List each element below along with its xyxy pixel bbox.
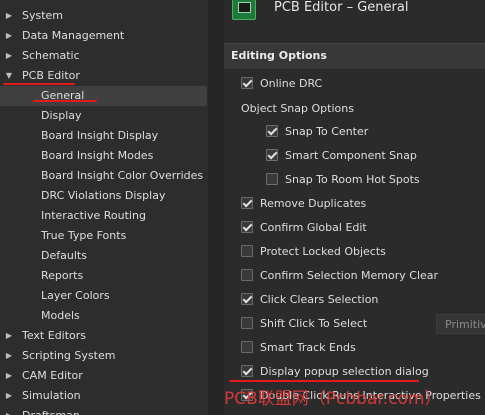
option-label: Shift Click To Select — [260, 317, 368, 330]
annotation-underline — [33, 100, 97, 102]
sidebar-item-label: Board Insight Color Overrides — [41, 169, 204, 182]
object-snap-options-label: Object Snap Options — [241, 102, 354, 115]
click-clears-selection-checkbox[interactable] — [241, 293, 253, 305]
sidebar-item-draftsman[interactable]: ▶ Draftsman — [0, 406, 207, 415]
sidebar-item-drc-violations-display[interactable]: DRC Violations Display — [0, 186, 207, 206]
sidebar-item-label: Interactive Routing — [41, 209, 146, 222]
sidebar-item-label: Draftsman — [22, 406, 80, 415]
sidebar-item-general[interactable]: General — [0, 86, 207, 106]
sidebar-item-layer-colors[interactable]: Layer Colors — [0, 286, 207, 306]
option-label: Display popup selection dialog — [260, 365, 429, 378]
expand-arrow-icon[interactable]: ▶ — [4, 46, 14, 66]
sidebar-item-label: Layer Colors — [41, 289, 110, 302]
sidebar-item-true-type-fonts[interactable]: True Type Fonts — [0, 226, 207, 246]
expand-arrow-icon[interactable]: ▶ — [4, 326, 14, 346]
option-label: Confirm Global Edit — [260, 221, 367, 234]
sidebar-item-system[interactable]: ▶ System — [0, 6, 207, 26]
primitives-button[interactable]: Primitives — [436, 314, 485, 334]
sidebar-item-label: Simulation — [22, 389, 81, 402]
sidebar-item-display[interactable]: Display — [0, 106, 207, 126]
settings-panel: PCB Editor – General Editing Options Obj… — [224, 0, 485, 415]
smart-component-snap-checkbox[interactable] — [266, 149, 278, 161]
sidebar-item-label: Board Insight Modes — [41, 149, 154, 162]
sidebar-item-defaults[interactable]: Defaults — [0, 246, 207, 266]
expand-arrow-icon[interactable]: ▶ — [4, 6, 14, 26]
sidebar-item-label: General — [41, 89, 85, 102]
option-label: Snap To Center — [285, 125, 369, 138]
expand-arrow-icon[interactable]: ▶ — [4, 406, 14, 415]
preferences-tree: ▶ System ▶ Data Management ▶ Schematic ▼ PCB Ed… — [0, 0, 215, 415]
sidebar-item-label: DRC Violations Display — [41, 189, 166, 202]
sidebar-item-simulation[interactable]: ▶ Simulation — [0, 386, 207, 406]
smart-track-ends-checkbox[interactable] — [241, 341, 253, 353]
sidebar-item-label: True Type Fonts — [41, 229, 127, 242]
option-label: Click Clears Selection — [260, 293, 379, 306]
remove-duplicates-checkbox[interactable] — [241, 197, 253, 209]
panel-divider[interactable] — [215, 0, 224, 415]
sidebar-item-board-insight-color-overrides[interactable]: Board Insight Color Overrides — [0, 166, 207, 186]
page-title: PCB Editor – General — [274, 0, 409, 15]
confirm-global-edit-checkbox[interactable] — [241, 221, 253, 233]
sidebar-item-schematic[interactable]: ▶ Schematic — [0, 46, 207, 66]
snap-to-room-hot-spots-checkbox[interactable] — [266, 173, 278, 185]
option-label: Confirm Selection Memory Clear — [260, 269, 439, 282]
sidebar-item-label: Board Insight Display — [41, 129, 159, 142]
display-popup-selection-dialog-checkbox[interactable] — [241, 365, 253, 377]
sidebar-item-interactive-routing[interactable]: Interactive Routing — [0, 206, 207, 226]
option-label: Smart Track Ends — [260, 341, 356, 354]
sidebar-item-label: Display — [41, 109, 82, 122]
shift-click-to-select-checkbox[interactable] — [241, 317, 253, 329]
sidebar-item-label: Models — [41, 309, 80, 322]
option-label: Online DRC — [260, 77, 323, 90]
sidebar-item-label: Scripting System — [22, 349, 116, 362]
sidebar-item-models[interactable]: Models — [0, 306, 207, 326]
sidebar-scrollbar[interactable] — [208, 0, 215, 415]
sidebar-item-label: Defaults — [41, 249, 87, 262]
sidebar-item-board-insight-modes[interactable]: Board Insight Modes — [0, 146, 207, 166]
option-label: Protect Locked Objects — [260, 245, 386, 258]
snap-to-center-checkbox[interactable] — [266, 125, 278, 137]
sidebar-item-label: Reports — [41, 269, 84, 282]
sidebar-item-label: System — [22, 9, 64, 22]
option-label: Remove Duplicates — [260, 197, 367, 210]
option-label: Smart Component Snap — [285, 149, 417, 162]
section-title: Editing Options — [231, 49, 327, 62]
pcb-chip-icon — [232, 0, 256, 20]
sidebar-item-text-editors[interactable]: ▶ Text Editors — [0, 326, 207, 346]
sidebar-item-data-management[interactable]: ▶ Data Management — [0, 26, 207, 46]
sidebar-item-board-insight-display[interactable]: Board Insight Display — [0, 126, 207, 146]
expand-arrow-icon[interactable]: ▶ — [4, 346, 14, 366]
confirm-selection-memory-clear-checkbox[interactable] — [241, 269, 253, 281]
expand-arrow-icon[interactable]: ▶ — [4, 26, 14, 46]
section-header: Editing Options — [224, 43, 485, 69]
sidebar-item-label: Text Editors — [22, 329, 87, 342]
watermark: PCB联盟网（Pcbbar.com） — [224, 389, 442, 409]
annotation-underline — [3, 83, 75, 85]
protect-locked-objects-checkbox[interactable] — [241, 245, 253, 257]
sidebar-item-label: CAM Editor — [22, 369, 83, 382]
sidebar-item-label: Data Management — [22, 29, 125, 42]
option-label: Snap To Room Hot Spots — [285, 173, 420, 186]
sidebar-item-reports[interactable]: Reports — [0, 266, 207, 286]
annotation-underline — [229, 380, 419, 382]
expand-arrow-icon[interactable]: ▶ — [4, 366, 14, 386]
sidebar-item-scripting-system[interactable]: ▶ Scripting System — [0, 346, 207, 366]
sidebar-item-cam-editor[interactable]: ▶ CAM Editor — [0, 366, 207, 386]
expand-arrow-icon[interactable]: ▶ — [4, 386, 14, 406]
online-drc-checkbox[interactable] — [241, 77, 253, 89]
sidebar-item-label: Schematic — [22, 49, 80, 62]
